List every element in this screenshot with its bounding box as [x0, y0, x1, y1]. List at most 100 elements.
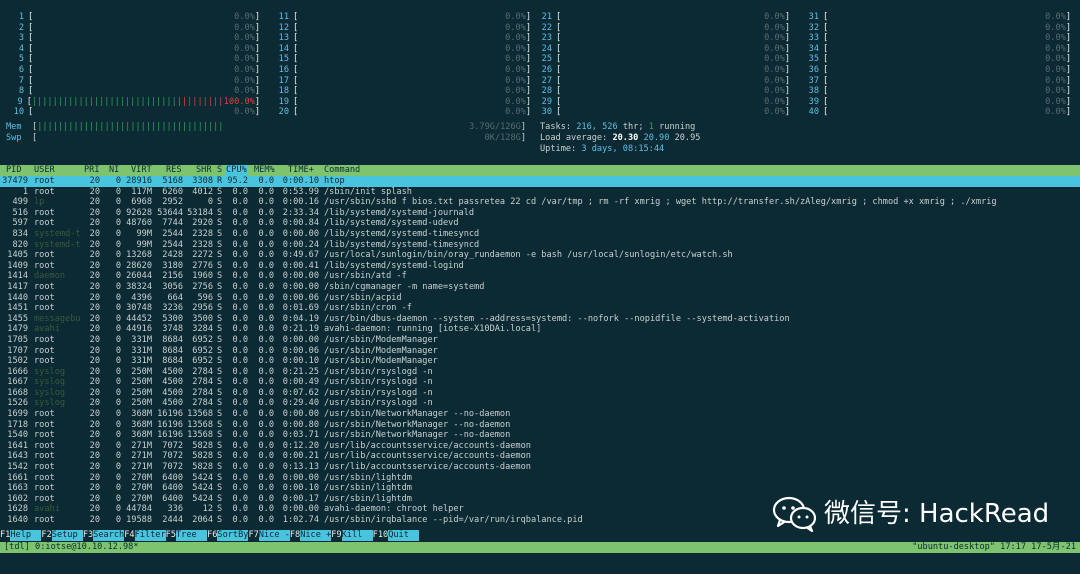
- function-key-f3[interactable]: F3 Search: [83, 530, 125, 541]
- table-row[interactable]: 1451 root 20 0 30748 3236 2956 S 0.0 0.0 0:01.69/u…: [0, 303, 1080, 314]
- cpu-number: 31: [808, 12, 819, 22]
- cell-cpu: 0.0: [232, 260, 248, 271]
- cell-pri: 20: [89, 207, 100, 218]
- cell-time: 0:12.20: [282, 440, 319, 451]
- table-row[interactable]: 1666 syslog 20 0 250M 4500 2784 S 0.0 0.0 0:21.25 /…: [0, 367, 1080, 378]
- function-key-code: F6: [207, 530, 218, 540]
- function-key-f5[interactable]: F5 Tree: [166, 530, 208, 541]
- col-time[interactable]: TIME+: [288, 165, 314, 176]
- col-res[interactable]: RES: [166, 165, 182, 176]
- cpu-percent: 0.0%: [764, 43, 785, 54]
- table-row[interactable]: 1661 root 20 0 270M 6400 5424 S 0.0 0.0 0:00.00/us…: [0, 473, 1080, 484]
- table-row[interactable]: 1707 root 20 0 331M 8684 6952 S 0.0 0.0 0:00.06/us…: [0, 346, 1080, 357]
- function-key-code: F9: [331, 530, 342, 540]
- table-row[interactable]: 1540 root 20 0 368M 16196 13568 S 0.0 0.0 0:03.71 /…: [0, 430, 1080, 441]
- table-row[interactable]: 499 lp 20 0 6968 2952 0 S 0.0 0.0 0:00.16/usr/sbin…: [0, 197, 1080, 208]
- table-row[interactable]: 1718 root 20 0 368M 16196 13568 S 0.0 0.0 0:00.80 /…: [0, 420, 1080, 431]
- cell-cpu: 0.0: [232, 292, 248, 303]
- cell-ni: 0: [115, 377, 121, 388]
- running-count: 1: [648, 122, 654, 132]
- table-row[interactable]: 1668 syslog 20 0 250M 4500 2784 S 0.0 0.0 0:07.62 /…: [0, 388, 1080, 399]
- col-pid[interactable]: PID: [6, 165, 22, 176]
- cpu-number: 28: [541, 86, 552, 97]
- table-row-selected[interactable]: 37479 root 20 0 28916 5168 3308 R 95.2 0.0 0:00.10…: [0, 176, 1080, 187]
- cell-cmd: /usr/sbin/ModemManager: [324, 345, 438, 356]
- table-row[interactable]: 1455 messagebu 20 0 44452 5300 3500 S 0.0 0.0 0:04…: [0, 314, 1080, 325]
- cell-pid: 1526: [7, 398, 28, 409]
- cpu-meter: 10[0.0%]: [6, 107, 260, 118]
- col-user[interactable]: USER: [34, 165, 55, 176]
- function-key-code: F7: [248, 530, 259, 540]
- cell-time: 1:02.74: [282, 515, 319, 525]
- cell-pri: 20: [89, 250, 100, 261]
- table-row[interactable]: 516 root 20 0 92628 53644 53184 S 0.0 0.0 2:33.34 /…: [0, 208, 1080, 219]
- col-virt[interactable]: VIRT: [131, 165, 152, 176]
- table-row[interactable]: 1409 root 20 0 28620 3180 2776 S 0.0 0.0 0:00.41/l…: [0, 261, 1080, 272]
- cell-cpu: 0.0: [232, 324, 248, 335]
- watermark-text: 微信号: HackRead: [824, 499, 1050, 529]
- cell-pid: 1667: [7, 377, 28, 388]
- table-row[interactable]: 1502 root 20 0 331M 8684 6952 S 0.0 0.0 0:00.10/us…: [0, 356, 1080, 367]
- col-command[interactable]: Command: [324, 165, 360, 176]
- cell-user: daemon: [34, 271, 66, 282]
- table-row[interactable]: 1417 root 20 0 38324 3056 2756 S 0.0 0.0 0:00.00/s…: [0, 282, 1080, 293]
- cell-virt: 4396: [131, 292, 152, 303]
- cell-res: 5300: [162, 313, 183, 324]
- table-row[interactable]: 1699 root 20 0 368M 16196 13568 S 0.0 0.0 0:00.00 /…: [0, 409, 1080, 420]
- cell-s: S: [217, 493, 223, 504]
- function-key-f6[interactable]: F6 SortBy: [207, 530, 249, 541]
- cell-s: S: [217, 419, 223, 430]
- cell-s: S: [217, 292, 223, 303]
- cpu-number: 2: [18, 22, 24, 33]
- table-row[interactable]: 1641 root 20 0 271M 7072 5828 S 0.0 0.0 0:12.20/us…: [0, 441, 1080, 452]
- cell-mem: 0.0: [258, 176, 274, 186]
- cpu-percent: 0.0%: [764, 75, 785, 86]
- col-mem[interactable]: MEM%: [254, 165, 275, 176]
- table-row[interactable]: 1 root 20 0 117M 6260 4012 S 0.0 0.0 0:53.99/sbin/…: [0, 187, 1080, 198]
- function-key-f2[interactable]: F2 Setup: [41, 530, 83, 541]
- table-row[interactable]: 1414 daemon 20 0 26044 2156 1960 S 0.0 0.0 0:00.00…: [0, 271, 1080, 282]
- table-row[interactable]: 820 systemd-t 20 0 99M 2544 2328 S 0.0 0.0 0:00.24…: [0, 240, 1080, 251]
- function-key-f9[interactable]: F9 Kill: [331, 530, 373, 541]
- cell-user: root: [34, 250, 55, 261]
- col-ni[interactable]: NI: [109, 165, 119, 176]
- cell-res: 2156: [162, 271, 183, 282]
- cell-user: syslog: [34, 377, 66, 388]
- function-key-f4[interactable]: F4 Filter: [124, 530, 166, 541]
- col-state[interactable]: S: [217, 165, 222, 176]
- cpu-meter: 13[0.0%]: [271, 33, 531, 44]
- cell-cmd: /lib/systemd/systemd-udevd: [324, 218, 459, 229]
- table-row[interactable]: 1663 root 20 0 270M 6400 5424 S 0.0 0.0 0:00.10/us…: [0, 483, 1080, 494]
- cell-pri: 20: [89, 398, 100, 409]
- function-key-f7[interactable]: F7 Nice -: [248, 530, 290, 541]
- cell-cmd: /sbin/cgmanager -m name=systemd: [324, 281, 485, 292]
- cell-pri: 20: [89, 324, 100, 335]
- cell-s: S: [217, 356, 223, 367]
- cell-ni: 0: [115, 462, 121, 473]
- col-cpu-sorted[interactable]: CPU%: [226, 165, 247, 176]
- function-key-f10[interactable]: F10 Quit: [373, 530, 420, 541]
- table-row[interactable]: 1479 avahi 20 0 44916 3748 3284 S 0.0 0.0 0:21.19 a…: [0, 324, 1080, 335]
- function-key-f8[interactable]: F8 Nice +: [290, 530, 332, 541]
- cell-virt: 250M: [131, 377, 152, 388]
- table-row[interactable]: 1643 root 20 0 271M 7072 5828 S 0.0 0.0 0:00.21/us…: [0, 451, 1080, 462]
- cpu-percent: 0.0%: [505, 65, 526, 75]
- cell-shr: 2328: [192, 239, 213, 250]
- cell-pri: 20: [89, 260, 100, 271]
- cell-pri: 20: [89, 218, 100, 229]
- table-row[interactable]: 1667 syslog 20 0 250M 4500 2784 S 0.0 0.0 0:00.49 /…: [0, 377, 1080, 388]
- table-row[interactable]: 834 systemd-t 20 0 99M 2544 2328 S 0.0 0.0 0:00.00…: [0, 229, 1080, 240]
- cell-shr: 5424: [192, 472, 213, 483]
- col-shr[interactable]: SHR: [196, 165, 212, 176]
- col-pri[interactable]: PRI: [84, 165, 100, 176]
- table-row[interactable]: 1526 syslog 20 0 250M 4500 2784 S 0.0 0.0 0:29.40 /…: [0, 398, 1080, 409]
- cell-pid: 1502: [7, 356, 28, 367]
- table-row[interactable]: 1405 root 20 0 13268 2428 2272 S 0.0 0.0 0:49.67/u…: [0, 250, 1080, 261]
- cpu-percent: 0.0%: [1045, 107, 1066, 118]
- function-key-f1[interactable]: F1 Help: [0, 530, 42, 541]
- cell-res: 16196: [157, 409, 183, 420]
- table-row[interactable]: 1542 root 20 0 271M 7072 5828 S 0.0 0.0 0:13.13/us…: [0, 462, 1080, 473]
- table-row[interactable]: 1440 root 20 0 4396 664 596 S 0.0 0.0 0:00.06/usr/…: [0, 293, 1080, 304]
- table-row[interactable]: 597 root 20 0 48760 7744 2920 S 0.0 0.0 0:00.84/li…: [0, 218, 1080, 229]
- table-row[interactable]: 1705 root 20 0 331M 8684 6952 S 0.0 0.0 0:00.00/us…: [0, 335, 1080, 346]
